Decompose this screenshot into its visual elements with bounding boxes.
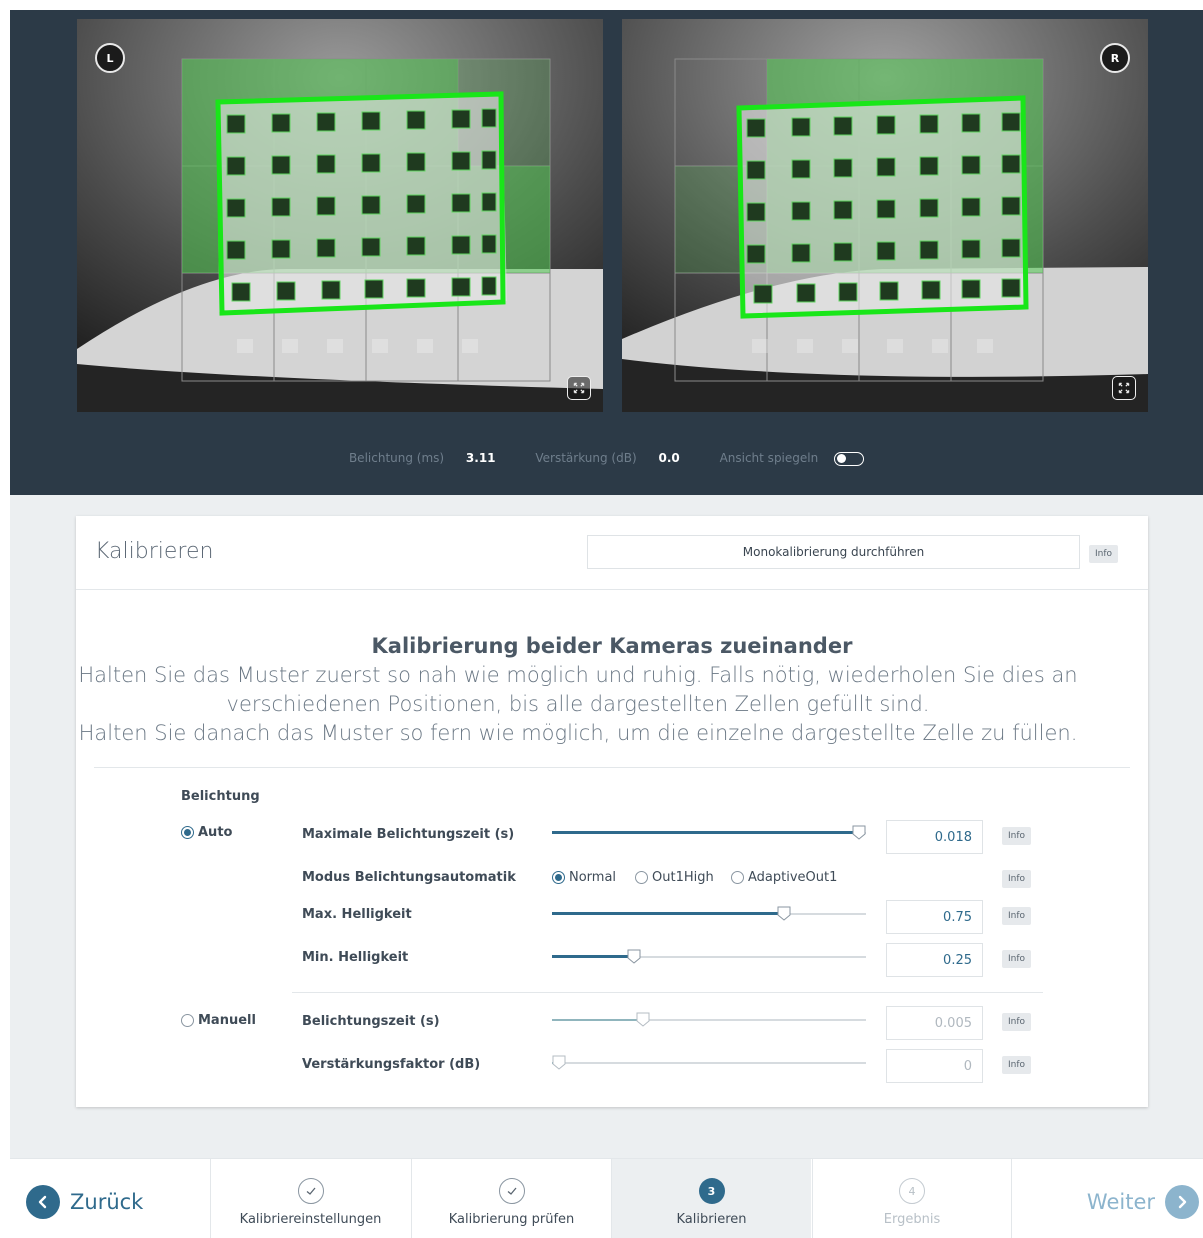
mode-option-label: Normal — [569, 870, 617, 885]
gain-factor-slider[interactable] — [552, 1055, 866, 1071]
slider-handle[interactable] — [852, 825, 866, 840]
left-camera-badge: L — [95, 43, 125, 73]
auto-radio[interactable]: Auto — [181, 825, 232, 840]
exposure-section-label: Belichtung — [181, 789, 260, 804]
min-brightness-label: Min. Helligkeit — [302, 950, 409, 965]
card-header: Kalibrieren Monokalibrierung durchführen… — [76, 516, 1148, 590]
mirror-label: Ansicht spiegeln — [719, 451, 819, 465]
gain-label: Verstärkung (dB) — [535, 451, 637, 465]
info-button[interactable]: Info — [1002, 907, 1032, 925]
step-number: 4 — [899, 1178, 925, 1204]
next-label: Weiter — [1086, 1190, 1155, 1214]
left-camera-view: L — [77, 19, 603, 412]
radio-unselected-icon — [635, 871, 648, 884]
slider-handle[interactable] — [552, 1055, 566, 1070]
exposure-time-input[interactable] — [886, 1006, 983, 1040]
chevron-left-icon — [26, 1185, 60, 1219]
exposure-time-slider[interactable] — [552, 1012, 866, 1028]
info-button[interactable]: Info — [1002, 1013, 1032, 1031]
manual-radio[interactable]: Manuell — [181, 1013, 256, 1028]
slider-handle[interactable] — [636, 1012, 650, 1027]
exposure-time-label: Belichtungszeit (s) — [302, 1014, 440, 1029]
radio-unselected-icon — [181, 1014, 194, 1027]
max-brightness-label: Max. Helligkeit — [302, 907, 412, 922]
step-result[interactable]: 4 Ergebnis — [812, 1159, 1012, 1238]
check-icon — [297, 1178, 324, 1204]
instructions: Kalibrierung beider Kameras zueinander H… — [76, 590, 1148, 748]
wizard-footer: Zurück Kalibriereinstellungen Kalibrieru… — [10, 1158, 1203, 1238]
expand-icon[interactable] — [1112, 376, 1136, 400]
camera-status-bar: Belichtung (ms) 3.11 Verstärkung (dB) 0.… — [10, 451, 1203, 466]
instructions-body: Halten Sie das Muster zuerst so nah wie … — [42, 661, 1114, 748]
back-label: Zurück — [70, 1190, 144, 1214]
back-button[interactable]: Zurück — [26, 1185, 143, 1219]
auto-radio-label: Auto — [198, 825, 233, 840]
info-button[interactable]: Info — [1002, 870, 1032, 888]
step-check-calibration[interactable]: Kalibrierung prüfen — [411, 1159, 611, 1238]
exposure-label: Belichtung (ms) — [348, 451, 445, 465]
left-camera-image — [77, 19, 603, 412]
expand-icon[interactable] — [567, 376, 591, 400]
step-calibrate[interactable]: 3 Kalibrieren — [611, 1159, 811, 1238]
max-exposure-label: Maximale Belichtungszeit (s) — [302, 827, 515, 842]
info-button[interactable]: Info — [1089, 545, 1119, 563]
step-number: 3 — [698, 1178, 725, 1204]
mode-adaptiveout1-radio[interactable]: AdaptiveOut1 — [731, 870, 837, 885]
manual-radio-label: Manuell — [198, 1013, 256, 1028]
info-button[interactable]: Info — [1002, 1056, 1032, 1074]
slider-handle[interactable] — [777, 906, 791, 921]
check-icon — [498, 1178, 525, 1204]
gain-value: 0.0 — [658, 451, 680, 465]
info-button[interactable]: Info — [1002, 827, 1032, 845]
step-label: Ergebnis — [883, 1212, 941, 1227]
max-exposure-input[interactable] — [886, 820, 983, 854]
min-brightness-input[interactable] — [886, 943, 983, 977]
mode-out1high-radio[interactable]: Out1High — [635, 870, 714, 885]
slider-handle[interactable] — [627, 949, 641, 964]
info-button[interactable]: Info — [1002, 950, 1032, 968]
right-camera-image — [622, 19, 1148, 412]
max-brightness-slider[interactable] — [552, 906, 866, 922]
auto-mode-label: Modus Belichtungsautomatik — [302, 870, 516, 885]
mirror-view-toggle[interactable] — [834, 451, 865, 466]
right-camera-view: R — [622, 19, 1148, 412]
instructions-line: Halten Sie das Muster zuerst so nah wie … — [78, 663, 1078, 687]
chevron-right-icon — [1165, 1185, 1199, 1219]
gain-factor-label: Verstärkungsfaktor (dB) — [302, 1057, 481, 1072]
step-calibration-settings[interactable]: Kalibriereinstellungen — [210, 1159, 410, 1238]
max-exposure-slider[interactable] — [552, 825, 866, 841]
instructions-line: Halten Sie danach das Muster so fern wie… — [78, 721, 1078, 745]
camera-panel: L R Belichtung (ms) 3.11 Verstärkung (dB… — [10, 10, 1203, 495]
exposure-value: 3.11 — [465, 451, 496, 465]
mode-option-label: Out1High — [652, 870, 714, 885]
calibration-card: Kalibrieren Monokalibrierung durchführen… — [76, 516, 1148, 1107]
radio-selected-icon — [181, 826, 194, 839]
mono-calibration-button[interactable]: Monokalibrierung durchführen — [587, 535, 1080, 569]
divider — [292, 992, 1043, 993]
card-title: Kalibrieren — [95, 539, 214, 564]
step-label: Kalibrieren — [676, 1212, 747, 1227]
min-brightness-slider[interactable] — [552, 949, 866, 965]
instructions-title: Kalibrierung beider Kameras zueinander — [371, 634, 853, 658]
instructions-line: verschiedenen Positionen, bis alle darge… — [226, 692, 930, 716]
radio-selected-icon — [552, 871, 565, 884]
step-label: Kalibriereinstellungen — [239, 1212, 382, 1227]
radio-unselected-icon — [731, 871, 744, 884]
mode-normal-radio[interactable]: Normal — [552, 870, 616, 885]
max-brightness-input[interactable] — [886, 900, 983, 934]
mode-option-label: AdaptiveOut1 — [748, 870, 838, 885]
next-button[interactable]: Weiter — [1087, 1185, 1199, 1219]
gain-factor-input[interactable] — [886, 1049, 983, 1083]
step-label: Kalibrierung prüfen — [448, 1212, 575, 1227]
right-camera-badge: R — [1100, 43, 1130, 73]
divider — [94, 767, 1130, 768]
